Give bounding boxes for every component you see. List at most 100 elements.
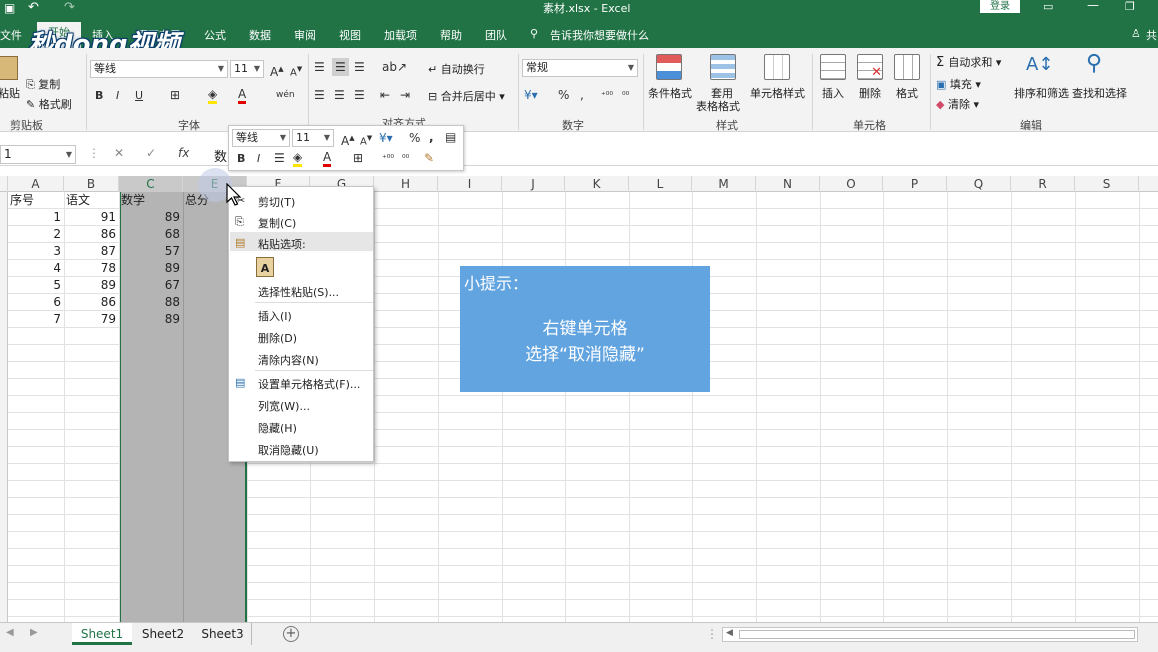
- shrink-font-icon[interactable]: A▼: [360, 131, 372, 149]
- grow-font-icon[interactable]: A▲: [341, 131, 355, 148]
- cell-chinese[interactable]: 87: [64, 243, 119, 260]
- cell-index[interactable]: 6: [8, 294, 64, 311]
- menu-item-unhide[interactable]: 取消隐藏(U): [258, 442, 319, 458]
- mini-size-combo[interactable]: 11 ▼: [292, 129, 334, 147]
- mini-bold-button[interactable]: B: [237, 152, 245, 166]
- align-center-icon[interactable]: ☰: [274, 151, 285, 165]
- row-headers[interactable]: [0, 192, 8, 622]
- name-box[interactable]: 1 ▼: [0, 145, 76, 164]
- cell-chinese[interactable]: 86: [64, 294, 119, 311]
- cell-chinese[interactable]: 79: [64, 311, 119, 328]
- decrease-decimal-icon[interactable]: ⁰⁰: [402, 152, 409, 166]
- cell-index[interactable]: 7: [8, 311, 64, 328]
- cell-styles-button[interactable]: 单元格样式: [750, 85, 805, 101]
- minimize-icon[interactable]: —: [1087, 0, 1099, 12]
- phonetic-icon[interactable]: wén: [276, 88, 295, 102]
- fill-color-icon[interactable]: ◈: [208, 87, 218, 104]
- bold-button[interactable]: B: [95, 89, 103, 103]
- col-header[interactable]: A: [8, 176, 64, 192]
- tab-file[interactable]: 文件: [0, 27, 22, 43]
- increase-decimal-icon[interactable]: ⁺⁰⁰: [601, 89, 613, 103]
- cell-math[interactable]: 67: [119, 277, 183, 294]
- insert-cells-button[interactable]: 插入: [822, 85, 844, 101]
- scroll-left-icon[interactable]: ◀: [6, 627, 14, 638]
- percent-button[interactable]: %: [558, 88, 569, 102]
- increase-decimal-icon[interactable]: ⁺⁰⁰: [382, 152, 394, 166]
- copy-button[interactable]: ⎘ 复制: [26, 76, 60, 92]
- cell-math[interactable]: 68: [119, 226, 183, 243]
- col-header[interactable]: P: [883, 176, 947, 192]
- border-icon[interactable]: ⊞: [170, 88, 180, 102]
- tab-addins[interactable]: 加载项: [384, 27, 417, 43]
- scrollbar-thumb[interactable]: [739, 630, 1135, 639]
- menu-item-insert[interactable]: 插入(I): [258, 308, 292, 324]
- login-button[interactable]: 登录: [980, 0, 1020, 13]
- cell-chinese[interactable]: 86: [64, 226, 119, 243]
- mini-percent-button[interactable]: %: [409, 131, 420, 145]
- select-all-corner[interactable]: [0, 176, 8, 192]
- align-center-icon[interactable]: ☰: [334, 88, 345, 102]
- cell-index[interactable]: 1: [8, 209, 64, 226]
- currency-icon[interactable]: ¥▾: [524, 88, 538, 102]
- clear-button[interactable]: ◆ 清除 ▾: [936, 96, 979, 112]
- sheet-tab-1[interactable]: Sheet1: [72, 623, 132, 645]
- currency-icon[interactable]: ¥▾: [379, 131, 393, 145]
- tab-formulas[interactable]: 公式: [204, 27, 226, 43]
- tab-share[interactable]: 共: [1146, 27, 1157, 43]
- col-header[interactable]: J: [502, 176, 565, 192]
- scroll-right-icon[interactable]: ▶: [30, 627, 38, 638]
- grow-font-icon[interactable]: A▲: [270, 62, 284, 79]
- col-header[interactable]: I: [438, 176, 502, 192]
- header-cell-chinese[interactable]: 语文: [66, 192, 90, 209]
- format-cells-icon[interactable]: ▤: [445, 130, 456, 144]
- paste-keep-source-icon[interactable]: A: [256, 257, 274, 277]
- paste-button[interactable]: 粘贴: [0, 85, 20, 101]
- col-header[interactable]: B: [64, 176, 119, 192]
- cell-index[interactable]: 2: [8, 226, 64, 243]
- fill-button[interactable]: ▣ 填充 ▾: [936, 76, 981, 92]
- redo-icon[interactable]: ↷: [64, 0, 75, 15]
- conditional-format-button[interactable]: 条件格式: [648, 85, 692, 101]
- number-format-combo[interactable]: 常规 ▼: [522, 59, 638, 77]
- tab-view[interactable]: 视图: [339, 27, 361, 43]
- comma-button[interactable]: ,: [580, 88, 584, 102]
- menu-item-delete[interactable]: 删除(D): [258, 330, 297, 346]
- col-header[interactable]: O: [820, 176, 883, 192]
- mini-font-combo[interactable]: 等线 ▼: [232, 129, 290, 147]
- menu-item-column-width[interactable]: 列宽(W)...: [258, 398, 310, 414]
- align-left-icon[interactable]: ☰: [314, 88, 325, 102]
- formula-input[interactable]: 数: [214, 146, 227, 165]
- scroll-left-icon[interactable]: ◀: [726, 628, 733, 638]
- font-color-icon[interactable]: A: [323, 150, 332, 167]
- col-header[interactable]: L: [629, 176, 692, 192]
- fill-color-icon[interactable]: ◈: [293, 150, 303, 167]
- tab-review[interactable]: 审阅: [294, 27, 316, 43]
- col-header[interactable]: S: [1075, 176, 1139, 192]
- underline-button[interactable]: U: [135, 89, 143, 103]
- cell-index[interactable]: 4: [8, 260, 64, 277]
- align-top-icon[interactable]: ☰: [314, 60, 325, 74]
- undo-icon[interactable]: ↶: [28, 0, 39, 15]
- wrap-text-button[interactable]: ↵ 自动换行: [428, 61, 485, 77]
- menu-item-paste-special[interactable]: 选择性粘贴(S)...: [258, 284, 339, 300]
- font-color-icon[interactable]: A: [238, 87, 247, 104]
- menu-item-clear[interactable]: 清除内容(N): [258, 352, 319, 368]
- menu-item-cut[interactable]: 剪切(T): [258, 194, 295, 210]
- col-header[interactable]: Q: [947, 176, 1011, 192]
- sheet-tab-3[interactable]: Sheet3: [194, 623, 252, 645]
- font-name-combo[interactable]: 等线 ▼: [90, 60, 228, 78]
- italic-button[interactable]: I: [116, 89, 119, 103]
- col-header[interactable]: M: [692, 176, 756, 192]
- menu-item-copy[interactable]: 复制(C): [258, 215, 296, 231]
- tab-data[interactable]: 数据: [249, 27, 271, 43]
- cell-math[interactable]: 89: [119, 260, 183, 277]
- cell-math[interactable]: 89: [119, 311, 183, 328]
- align-bottom-icon[interactable]: ☰: [354, 60, 365, 74]
- cell-math[interactable]: 89: [119, 209, 183, 226]
- paste-icon[interactable]: [0, 56, 18, 80]
- enter-button[interactable]: ✓: [146, 146, 156, 160]
- cell-index[interactable]: 5: [8, 277, 64, 294]
- brush-icon[interactable]: ✎: [424, 151, 434, 165]
- cell-chinese[interactable]: 89: [64, 277, 119, 294]
- align-right-icon[interactable]: ☰: [354, 88, 365, 102]
